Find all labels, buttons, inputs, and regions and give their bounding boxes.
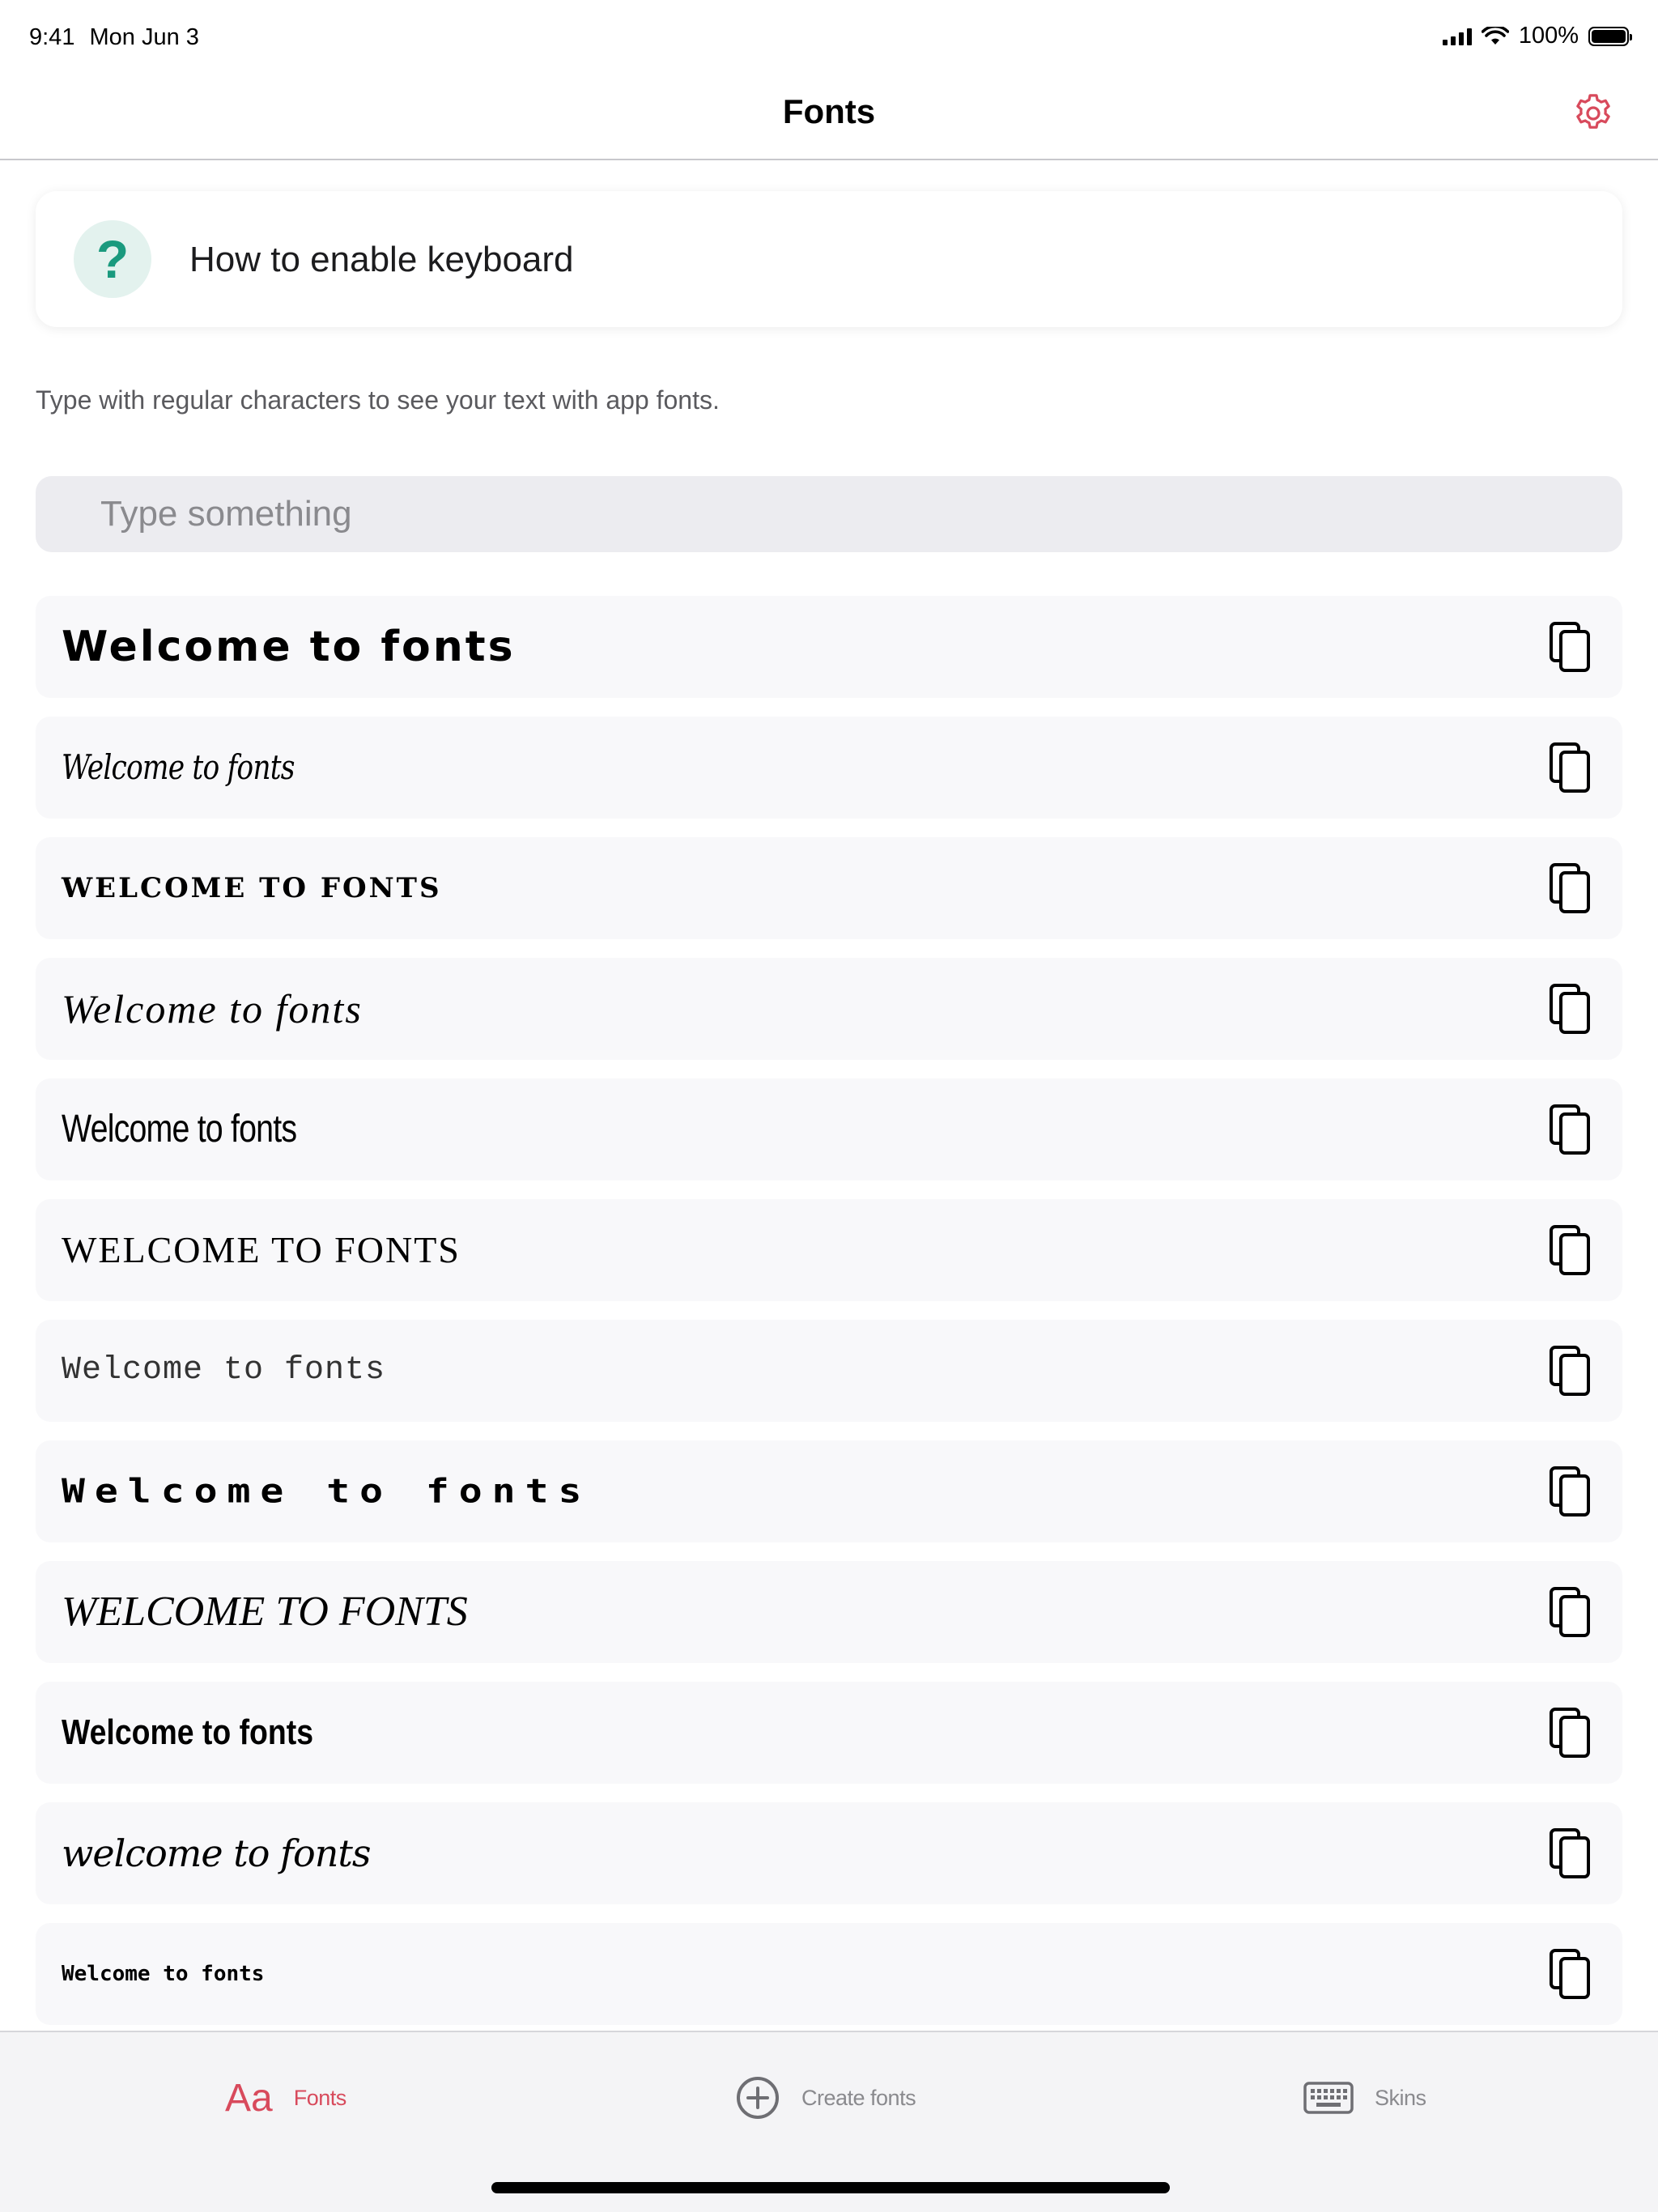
status-date: Mon Jun 3 — [89, 24, 199, 50]
fonts-aa-icon: Aa — [225, 2076, 273, 2120]
copy-icon[interactable] — [1543, 1584, 1600, 1640]
status-bar: 9:41 Mon Jun 3 100% — [0, 0, 1658, 73]
copy-icon[interactable] — [1543, 1704, 1600, 1761]
font-row[interactable]: WELCOME TO FONTS — [36, 837, 1622, 939]
status-indicators: 100% — [1442, 23, 1632, 49]
hint-text: Type with regular characters to see your… — [36, 385, 720, 415]
font-sample: Welcome to fonts — [62, 623, 516, 671]
cellular-signal-icon — [1442, 28, 1472, 45]
question-icon: ? — [74, 220, 151, 298]
tab-fonts[interactable]: Aa Fonts — [225, 2069, 346, 2126]
font-list: Welcome to fonts Welcome to fonts WELCOM… — [36, 596, 1622, 2044]
tab-skins[interactable]: Skins — [1303, 2069, 1426, 2126]
copy-icon[interactable] — [1543, 1946, 1600, 2002]
font-row[interactable]: Welcome to fonts — [36, 1440, 1622, 1542]
wifi-icon — [1481, 26, 1509, 45]
copy-icon[interactable] — [1543, 619, 1600, 675]
battery-percent: 100% — [1518, 23, 1579, 49]
font-sample: Welcome to fonts — [62, 747, 295, 787]
home-indicator — [491, 2182, 1170, 2193]
page-title: Fonts — [782, 92, 876, 130]
font-row[interactable]: WELCOME TO FONTS — [36, 1199, 1622, 1301]
font-row[interactable]: WELCOME TO FONTS — [36, 1561, 1622, 1663]
font-row[interactable]: Welcome to fonts — [36, 1923, 1622, 2025]
copy-icon[interactable] — [1543, 1101, 1600, 1158]
tab-label: Skins — [1375, 2085, 1426, 2110]
copy-icon[interactable] — [1543, 860, 1600, 917]
copy-icon[interactable] — [1543, 1463, 1600, 1520]
copy-icon[interactable] — [1543, 739, 1600, 796]
keyboard-icon — [1303, 2082, 1354, 2114]
font-sample: Welcome to fonts — [62, 1962, 265, 1986]
copy-icon[interactable] — [1543, 1342, 1600, 1399]
copy-icon[interactable] — [1543, 1825, 1600, 1882]
font-sample: welcome to fonts — [62, 1831, 371, 1875]
font-row[interactable]: Welcome to fonts — [36, 1320, 1622, 1422]
font-sample: Welcome to fonts — [62, 1108, 297, 1151]
font-sample: Welcome to fonts — [62, 1472, 592, 1511]
help-card-label: How to enable keyboard — [189, 240, 574, 279]
font-row[interactable]: Welcome to fonts — [36, 596, 1622, 698]
tab-label: Create fonts — [801, 2085, 916, 2110]
font-row[interactable]: welcome to fonts — [36, 1802, 1622, 1904]
font-row[interactable]: Welcome to fonts — [36, 1682, 1622, 1784]
navigation-bar: Fonts — [0, 73, 1658, 160]
how-to-enable-keyboard-card[interactable]: ? How to enable keyboard — [36, 191, 1622, 327]
font-row[interactable]: Welcome to fonts — [36, 717, 1622, 819]
font-sample: WELCOME TO FONTS — [62, 872, 442, 904]
gear-icon[interactable] — [1571, 91, 1616, 136]
status-time-date: 9:41 Mon Jun 3 — [29, 24, 199, 51]
tab-label: Fonts — [293, 2085, 347, 2110]
copy-icon[interactable] — [1543, 1222, 1600, 1278]
font-sample: WELCOME TO FONTS — [62, 1229, 461, 1270]
font-row[interactable]: Welcome to fonts — [36, 1078, 1622, 1180]
copy-icon[interactable] — [1543, 981, 1600, 1037]
plus-circle-icon — [737, 2077, 779, 2119]
battery-icon — [1588, 26, 1632, 46]
tab-create-fonts[interactable]: Create fonts — [735, 2069, 916, 2126]
font-sample: WELCOME TO FONTS — [62, 1589, 468, 1635]
font-sample: Welcome to fonts — [62, 1352, 386, 1389]
font-sample: Welcome to fonts — [62, 986, 363, 1032]
font-sample: Welcome to fonts — [62, 1712, 314, 1752]
status-time: 9:41 — [29, 24, 75, 50]
font-row[interactable]: Welcome to fonts — [36, 958, 1622, 1060]
text-input[interactable] — [36, 476, 1622, 552]
